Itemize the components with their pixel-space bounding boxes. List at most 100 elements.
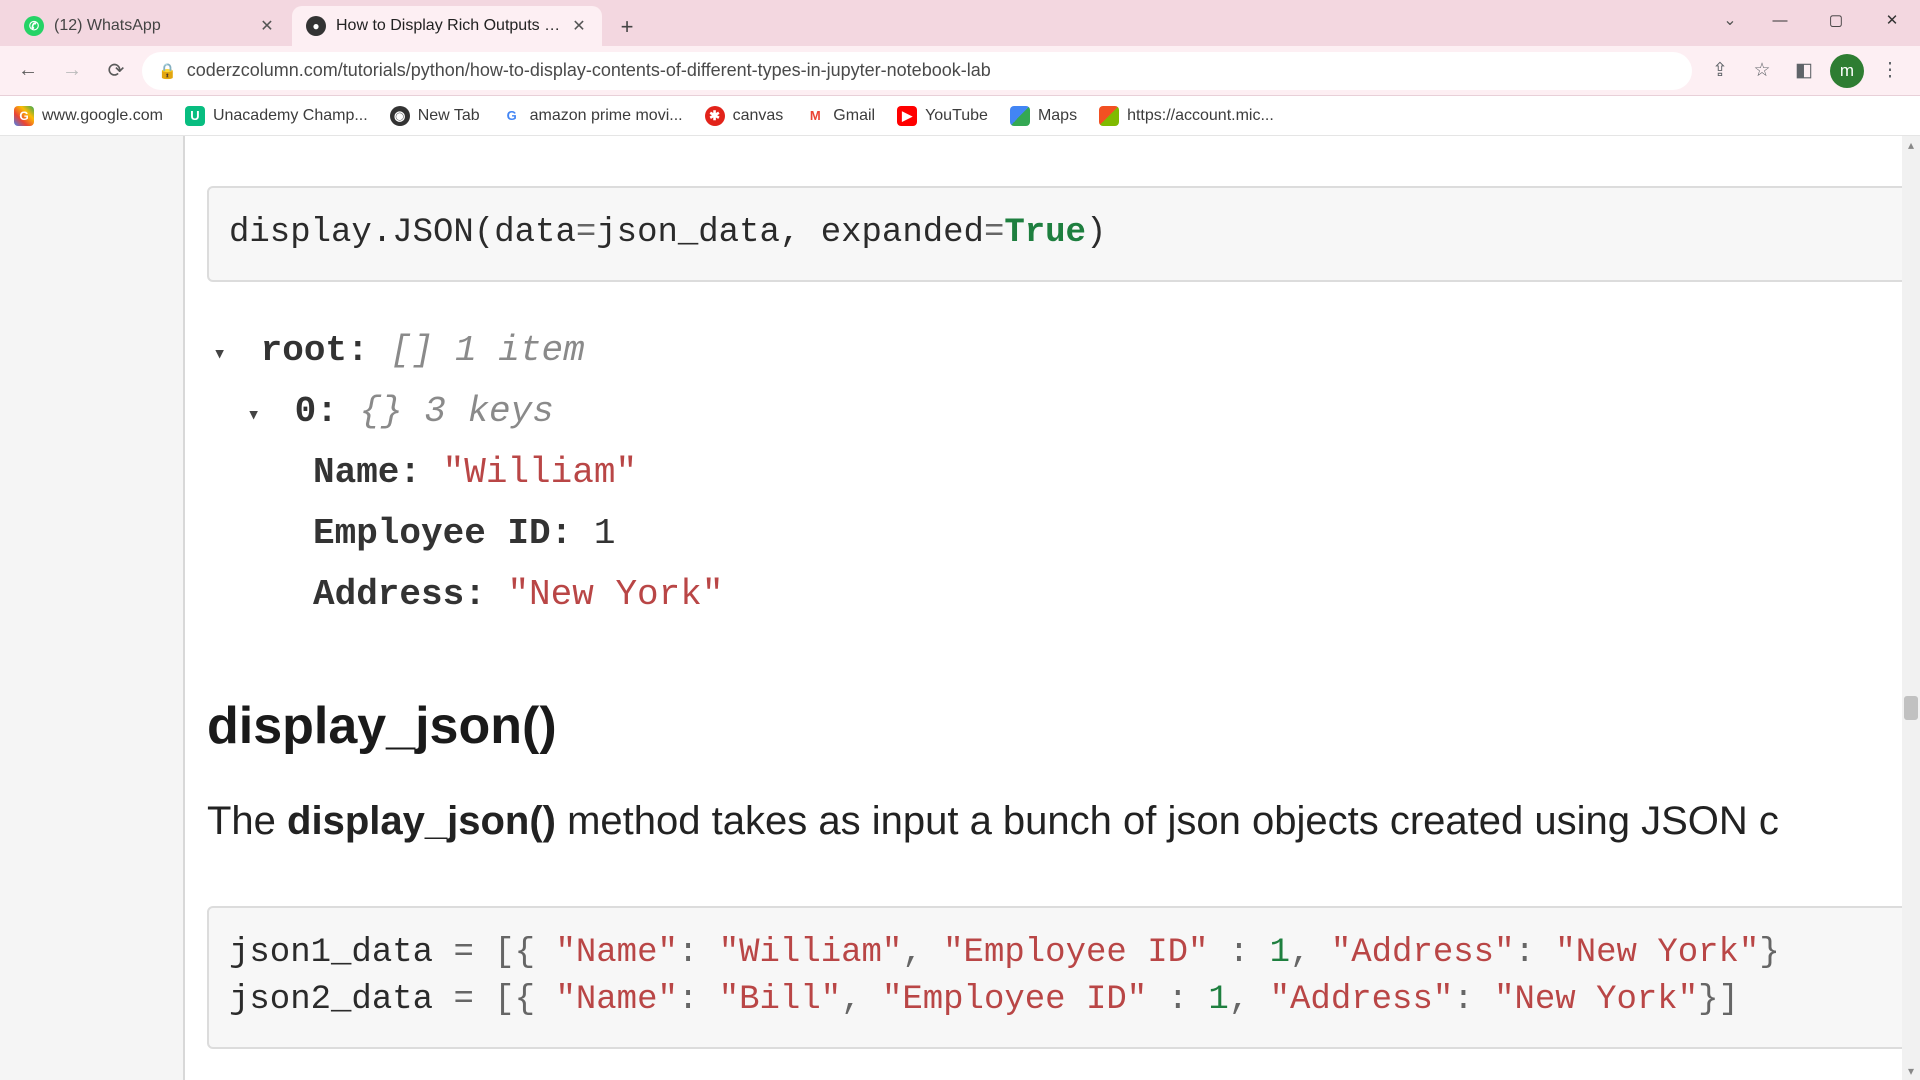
scroll-down-icon[interactable]: ▾ (1902, 1062, 1920, 1080)
bookmark-youtube[interactable]: ▶YouTube (897, 106, 988, 126)
json-meta: {} 3 keys (359, 391, 553, 432)
json-key: root: (261, 330, 369, 371)
code-text: "Bill" (719, 981, 841, 1019)
canvas-icon: ✱ (705, 106, 725, 126)
tab-active[interactable]: ● How to Display Rich Outputs (im ✕ (292, 6, 602, 46)
bookmark-amazon[interactable]: Gamazon prime movi... (502, 106, 683, 126)
code-text: }] (1698, 981, 1739, 1019)
google-icon: G (502, 106, 522, 126)
address-bar[interactable]: 🔒 coderzcolumn.com/tutorials/python/how-… (142, 52, 1692, 90)
code-line: json2_data = [{ "Name": "Bill", "Employe… (229, 977, 1898, 1025)
forward-button[interactable]: → (54, 53, 90, 89)
reload-button[interactable]: ⟳ (98, 53, 134, 89)
bookmark-label: www.google.com (42, 107, 163, 125)
whatsapp-icon: ✆ (24, 16, 44, 36)
json-tree-root[interactable]: ▾ root: [] 1 item (213, 320, 1920, 381)
bookmarks-bar: Gwww.google.com U Unacademy Champ... ◉ New… (0, 96, 1920, 136)
code-text: "Address" (1331, 934, 1515, 972)
bookmark-label: https://account.mic... (1127, 107, 1274, 125)
code-text: , (841, 981, 882, 1019)
scroll-up-icon[interactable]: ▴ (1902, 136, 1920, 154)
tab-title: How to Display Rich Outputs (im (336, 17, 564, 35)
bookmark-microsoft[interactable]: https://account.mic... (1099, 106, 1274, 126)
code-text: : (1514, 934, 1555, 972)
globe-icon: ◉ (390, 106, 410, 126)
bookmark-label: Unacademy Champ... (213, 107, 368, 125)
bookmark-unacademy[interactable]: U Unacademy Champ... (185, 106, 368, 126)
scrollbar-thumb[interactable] (1904, 696, 1918, 720)
bookmark-label: amazon prime movi... (530, 107, 683, 125)
gmail-icon: M (805, 106, 825, 126)
lock-icon: 🔒 (158, 62, 177, 80)
bookmark-newtab[interactable]: ◉ New Tab (390, 106, 480, 126)
code-text: True (1004, 214, 1086, 252)
site-icon: ● (306, 16, 326, 36)
bookmark-canvas[interactable]: ✱ canvas (705, 106, 784, 126)
json-tree-output: ▾ root: [] 1 item ▾ 0: {} 3 keys Name: "… (207, 320, 1920, 626)
new-tab-button[interactable]: + (610, 10, 644, 44)
bookmark-maps[interactable]: Maps (1010, 106, 1077, 126)
code-text: "Name" (555, 981, 677, 1019)
para-bold: display_json() (287, 799, 556, 843)
menu-icon[interactable]: ⋮ (1870, 51, 1910, 91)
code-text: , (1229, 981, 1270, 1019)
bookmark-gmail[interactable]: M Gmail (805, 106, 875, 126)
article-content: display.JSON(data=json_data, expanded=Tr… (185, 136, 1920, 1080)
code-text: , (902, 934, 943, 972)
close-icon[interactable]: ✕ (570, 17, 588, 35)
bookmark-label: Maps (1038, 107, 1077, 125)
tab-whatsapp[interactable]: ✆ (12) WhatsApp ✕ (10, 6, 290, 46)
code-text: , (1290, 934, 1331, 972)
share-icon[interactable]: ⇪ (1700, 51, 1740, 91)
code-line: json1_data = [{ "Name": "William", "Empl… (229, 930, 1898, 978)
sidepanel-icon[interactable]: ◧ (1784, 51, 1824, 91)
code-text: ) (1086, 214, 1106, 252)
code-block-json-data: json1_data = [{ "Name": "William", "Empl… (207, 906, 1920, 1049)
code-text: : (1147, 981, 1208, 1019)
star-icon[interactable]: ☆ (1742, 51, 1782, 91)
close-window-button[interactable]: ✕ (1864, 0, 1920, 40)
code-text: : (1453, 981, 1494, 1019)
code-text: : (678, 934, 719, 972)
close-icon[interactable]: ✕ (258, 17, 276, 35)
json-tree-index[interactable]: ▾ 0: {} 3 keys (213, 381, 1920, 442)
code-text: : (678, 981, 719, 1019)
unacademy-icon: U (185, 106, 205, 126)
code-text: 1 (1208, 981, 1228, 1019)
json-value: 1 (594, 513, 616, 554)
bookmark-label: canvas (733, 107, 784, 125)
code-text: "New York" (1494, 981, 1698, 1019)
bookmark-label: Gmail (833, 107, 875, 125)
json-tree-row: Employee ID: 1 (213, 503, 1920, 564)
minimize-button[interactable]: ― (1752, 0, 1808, 40)
code-text: "Employee ID" (943, 934, 1208, 972)
code-text: 1 (1270, 934, 1290, 972)
google-icon: G (14, 106, 34, 126)
code-text: = (984, 214, 1004, 252)
code-text: "William" (719, 934, 903, 972)
avatar[interactable]: m (1830, 54, 1864, 88)
triangle-down-icon[interactable]: ▾ (213, 336, 239, 373)
code-text: "New York" (1555, 934, 1759, 972)
json-key: 0: (295, 391, 338, 432)
bookmark-google[interactable]: Gwww.google.com (14, 106, 163, 126)
code-text: json1_data (229, 934, 453, 972)
triangle-down-icon[interactable]: ▾ (247, 397, 273, 434)
bookmark-label: New Tab (418, 107, 480, 125)
json-value: "William" (443, 452, 637, 493)
maximize-button[interactable]: ▢ (1808, 0, 1864, 40)
code-text: = (576, 214, 596, 252)
json-key: Address: (313, 574, 486, 615)
chevron-down-icon[interactable]: ⌄ (1708, 0, 1752, 40)
code-text: "Name" (555, 934, 677, 972)
back-button[interactable]: ← (10, 53, 46, 89)
vertical-scrollbar[interactable]: ▴ ▾ (1902, 136, 1920, 1080)
maps-icon (1010, 106, 1030, 126)
code-text: display.JSON(data (229, 214, 576, 252)
para-text: The (207, 799, 287, 843)
json-meta: [] 1 item (390, 330, 584, 371)
code-block-json-display: display.JSON(data=json_data, expanded=Tr… (207, 186, 1920, 282)
left-gutter (0, 136, 185, 1080)
page-body: display.JSON(data=json_data, expanded=Tr… (0, 136, 1920, 1080)
paragraph: The display_json() method takes as input… (207, 790, 1920, 852)
